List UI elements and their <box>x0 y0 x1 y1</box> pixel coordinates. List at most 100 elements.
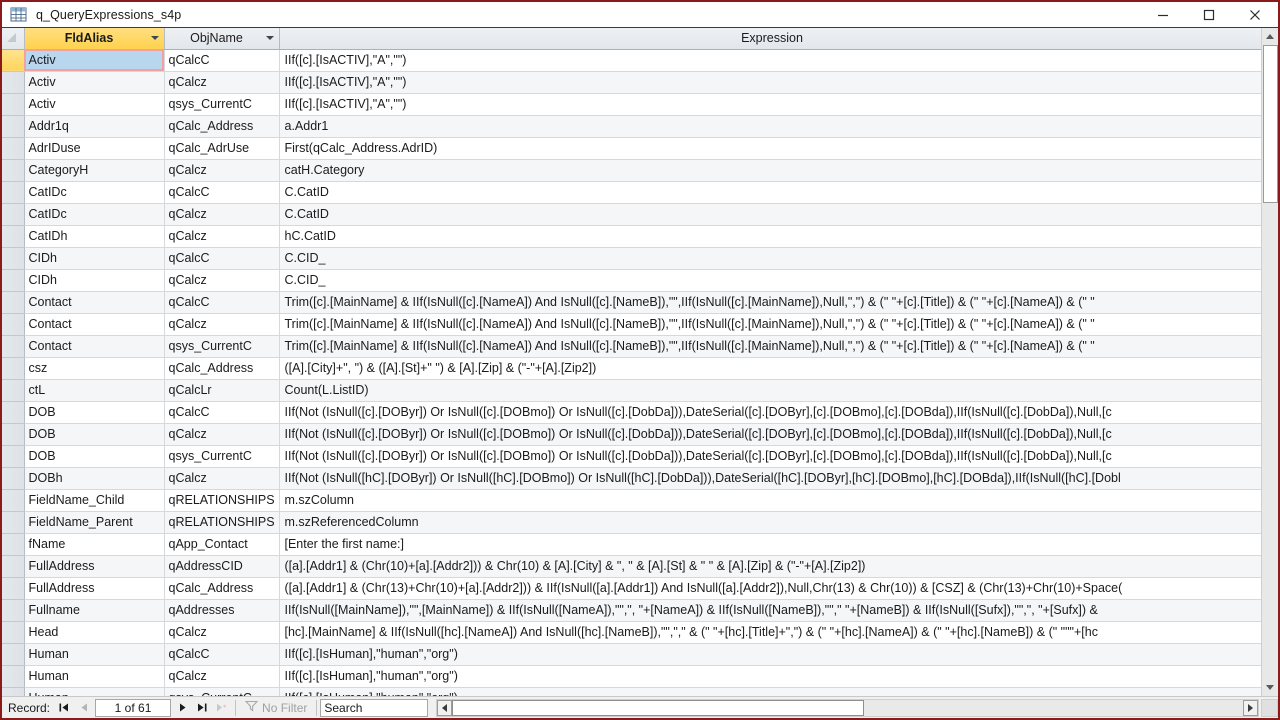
last-record-button[interactable] <box>192 698 212 718</box>
table-row[interactable]: CatIDc qCalcz C.CatID <box>2 203 1261 226</box>
horizontal-scroll-track[interactable] <box>452 699 1243 716</box>
row-selector[interactable] <box>2 511 25 534</box>
table-row[interactable]: CatIDc qCalcC C.CatID <box>2 181 1261 204</box>
row-selector[interactable] <box>2 489 25 512</box>
table-row[interactable]: DOB qCalcC IIf(Not (IsNull([c].[DOByr]) Or… <box>2 401 1261 424</box>
previous-record-button[interactable] <box>74 698 94 718</box>
cell-fldalias[interactable]: AdrIDuse <box>24 137 165 160</box>
vertical-scroll-thumb[interactable] <box>1263 45 1278 203</box>
cell-expression[interactable]: Trim([c].[MainName] & IIf(IsNull([c].[Na… <box>279 313 1261 336</box>
record-position-box[interactable]: 1 of 61 <box>95 698 172 717</box>
minimize-button[interactable] <box>1140 2 1186 27</box>
table-row[interactable]: Activ qsys_CurrentC IIf([c].[IsACTIV],"A",… <box>2 93 1261 116</box>
cell-objname[interactable]: qCalc_Address <box>164 115 280 138</box>
cell-expression[interactable]: IIf([c].[IsACTIV],"A","") <box>279 93 1261 116</box>
cell-expression[interactable]: First(qCalc_Address.AdrID) <box>279 137 1261 160</box>
table-row[interactable]: fName qApp_Contact [Enter the first name:] <box>2 533 1261 556</box>
table-row[interactable]: Human qCalcz IIf([c].[IsHuman],"human","or… <box>2 665 1261 688</box>
cell-fldalias[interactable]: Fullname <box>24 599 165 622</box>
cell-objname[interactable]: qCalcC <box>164 181 280 204</box>
cell-expression[interactable]: m.szReferencedColumn <box>279 511 1261 534</box>
cell-fldalias[interactable]: CatIDh <box>24 225 165 248</box>
row-selector[interactable] <box>2 269 25 292</box>
cell-fldalias[interactable]: Activ <box>24 93 165 116</box>
cell-objname[interactable]: qCalcC <box>164 49 280 72</box>
cell-objname[interactable]: qCalc_Address <box>164 357 280 380</box>
cell-expression[interactable]: IIf([c].[IsACTIV],"A","") <box>279 49 1261 72</box>
cell-fldalias[interactable]: FullAddress <box>24 577 165 600</box>
table-row[interactable]: ctL qCalcLr Count(L.ListID) <box>2 379 1261 402</box>
cell-expression[interactable]: C.CID_ <box>279 269 1261 292</box>
horizontal-scroll-thumb[interactable] <box>452 699 865 716</box>
row-selector[interactable] <box>2 533 25 556</box>
cell-objname[interactable]: qCalcz <box>164 665 280 688</box>
column-header-fldalias[interactable]: FldAlias <box>24 28 165 50</box>
cell-fldalias[interactable]: CatIDc <box>24 203 165 226</box>
table-row[interactable]: Fullname qAddresses IIf(IsNull([MainName])… <box>2 599 1261 622</box>
row-selector[interactable] <box>2 599 25 622</box>
row-selector[interactable] <box>2 555 25 578</box>
cell-fldalias[interactable]: fName <box>24 533 165 556</box>
table-row[interactable]: DOB qsys_CurrentC IIf(Not (IsNull([c].[DOB… <box>2 445 1261 468</box>
horizontal-scrollbar[interactable] <box>436 698 1259 717</box>
vertical-scroll-track[interactable] <box>1262 45 1278 679</box>
cell-objname[interactable]: qCalcz <box>164 269 280 292</box>
table-row[interactable]: Head qCalcz [hc].[MainName] & IIf(IsNull([… <box>2 621 1261 644</box>
cell-fldalias[interactable]: FieldName_Parent <box>24 511 165 534</box>
table-row[interactable]: Contact qCalcC Trim([c].[MainName] & IIf(I… <box>2 291 1261 314</box>
close-button[interactable] <box>1232 2 1278 27</box>
cell-expression[interactable]: ([A].[City]+", ") & ([A].[St]+" ") & [A]… <box>279 357 1261 380</box>
cell-expression[interactable]: IIf(Not (IsNull([c].[DOByr]) Or IsNull([… <box>279 423 1261 446</box>
select-all-header[interactable] <box>2 28 25 50</box>
cell-objname[interactable]: qCalcC <box>164 291 280 314</box>
cell-objname[interactable]: qCalcz <box>164 203 280 226</box>
table-row[interactable]: Activ qCalcC IIf([c].[IsACTIV],"A","") <box>2 49 1261 72</box>
cell-expression[interactable]: catH.Category <box>279 159 1261 182</box>
cell-expression[interactable]: Trim([c].[MainName] & IIf(IsNull([c].[Na… <box>279 335 1261 358</box>
row-selector[interactable] <box>2 137 25 160</box>
row-selector[interactable] <box>2 181 25 204</box>
cell-objname[interactable]: qsys_CurrentC <box>164 445 280 468</box>
cell-objname[interactable]: qCalc_AdrUse <box>164 137 280 160</box>
row-selector[interactable] <box>2 621 25 644</box>
cell-fldalias[interactable]: Human <box>24 687 165 696</box>
cell-fldalias[interactable]: Human <box>24 643 165 666</box>
cell-expression[interactable]: hC.CatID <box>279 225 1261 248</box>
scroll-up-arrow-icon[interactable] <box>1262 28 1278 45</box>
table-row[interactable]: CatIDh qCalcz hC.CatID <box>2 225 1261 248</box>
cell-expression[interactable]: ([a].[Addr1] & (Chr(10)+[a].[Addr2])) & … <box>279 555 1261 578</box>
table-row[interactable]: Addr1q qCalc_Address a.Addr1 <box>2 115 1261 138</box>
cell-fldalias[interactable]: Contact <box>24 291 165 314</box>
cell-fldalias[interactable]: CIDh <box>24 269 165 292</box>
row-selector[interactable] <box>2 577 25 600</box>
cell-objname[interactable]: qCalcz <box>164 71 280 94</box>
cell-objname[interactable]: qsys_CurrentC <box>164 335 280 358</box>
cell-expression[interactable]: IIf(Not (IsNull([c].[DOByr]) Or IsNull([… <box>279 401 1261 424</box>
row-selector[interactable] <box>2 313 25 336</box>
table-row[interactable]: FullAddress qAddressCID ([a].[Addr1] & (Ch… <box>2 555 1261 578</box>
table-row[interactable]: csz qCalc_Address ([A].[City]+", ") & ([A]… <box>2 357 1261 380</box>
cell-objname[interactable]: qRELATIONSHIPS <box>164 511 280 534</box>
cell-objname[interactable]: qCalcz <box>164 159 280 182</box>
cell-objname[interactable]: qCalcz <box>164 225 280 248</box>
column-header-expression[interactable]: Expression <box>279 28 1261 50</box>
row-selector[interactable] <box>2 665 25 688</box>
row-selector[interactable] <box>2 291 25 314</box>
cell-fldalias[interactable]: Addr1q <box>24 115 165 138</box>
new-record-button[interactable]: * <box>212 698 232 718</box>
cell-expression[interactable]: IIf([c].[IsHuman],"human","org") <box>279 687 1261 696</box>
row-selector[interactable] <box>2 467 25 490</box>
table-row[interactable]: CIDh qCalcz C.CID_ <box>2 269 1261 292</box>
cell-expression[interactable]: Count(L.ListID) <box>279 379 1261 402</box>
row-selector[interactable] <box>2 401 25 424</box>
row-selector[interactable] <box>2 203 25 226</box>
cell-fldalias[interactable]: DOB <box>24 401 165 424</box>
row-selector[interactable] <box>2 93 25 116</box>
table-row[interactable]: AdrIDuse qCalc_AdrUse First(qCalc_Address.… <box>2 137 1261 160</box>
cell-expression[interactable]: C.CID_ <box>279 247 1261 270</box>
table-row[interactable]: FullAddress qCalc_Address ([a].[Addr1] & (… <box>2 577 1261 600</box>
cell-fldalias[interactable]: ctL <box>24 379 165 402</box>
table-row[interactable]: Activ qCalcz IIf([c].[IsACTIV],"A","") <box>2 71 1261 94</box>
cell-fldalias[interactable]: FieldName_Child <box>24 489 165 512</box>
cell-objname[interactable]: qCalcz <box>164 423 280 446</box>
